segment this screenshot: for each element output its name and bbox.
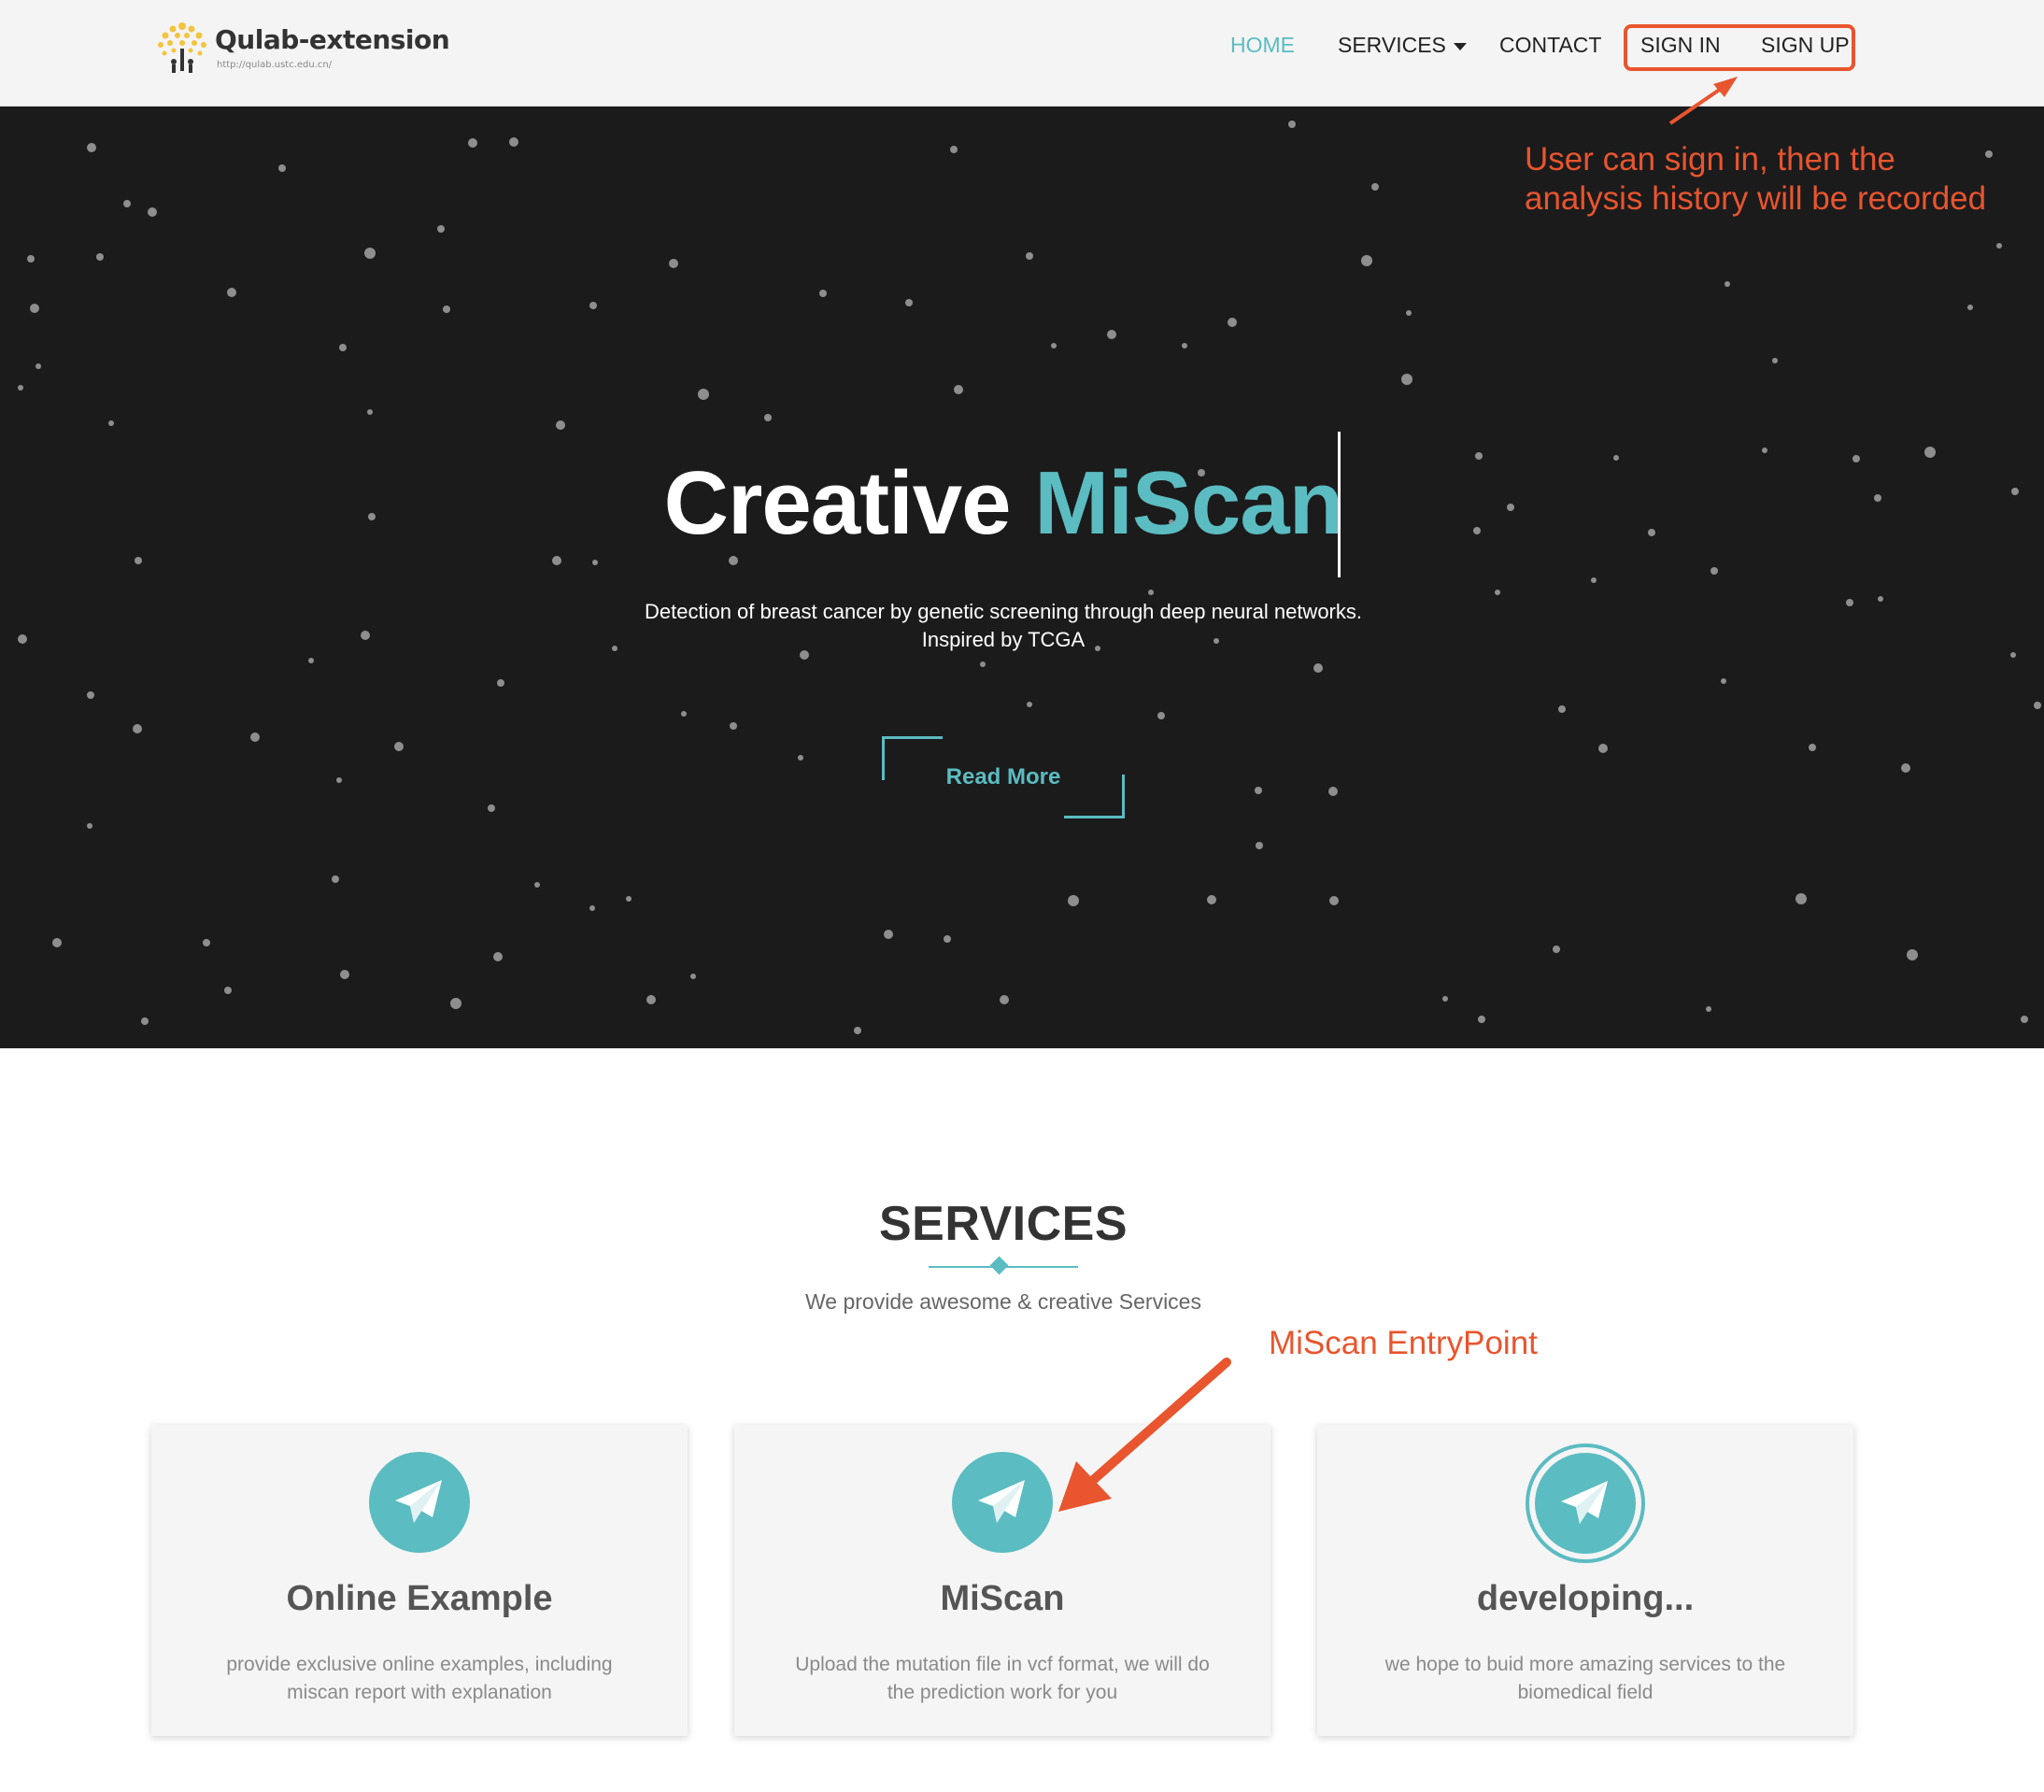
logo-text: Qulab-extension: [215, 24, 450, 55]
services-subtitle: We provide awesome & creative Services: [805, 1289, 1201, 1314]
starfield-background: [18, 121, 2041, 1034]
card-description: provide exclusive online examples, inclu…: [226, 1654, 613, 1703]
paper-plane-icon: [1526, 1444, 1645, 1563]
hero-subtitle: Detection of breast cancer by genetic sc…: [0, 598, 2007, 654]
read-more-button[interactable]: Read More: [882, 736, 1125, 818]
hero-title-main: Creative: [663, 453, 1012, 553]
card-title: developing...: [1476, 1579, 1695, 1618]
service-card-miscan[interactable]: MiScan Upload the mutation file in vcf f…: [734, 1425, 1270, 1736]
nav-home[interactable]: HOME: [1230, 32, 1295, 58]
service-card-online-example[interactable]: Online Example provide exclusive online …: [151, 1425, 688, 1736]
logo-url: http://qulab.ustc.edu.cn/: [217, 60, 333, 70]
caret-down-icon: [1453, 42, 1467, 50]
top-navbar: Qulab-extension http://qulab.ustc.edu.cn…: [0, 0, 2044, 107]
card-description: we hope to buid more amazing services to…: [1384, 1654, 1786, 1703]
nav-contact[interactable]: CONTACT: [1499, 32, 1601, 58]
card-description: Upload the mutation file in vcf format, …: [795, 1654, 1210, 1703]
paper-plane-icon: [369, 1452, 470, 1553]
paper-plane-icon: [952, 1452, 1053, 1553]
read-more-label: Read More: [945, 764, 1061, 789]
hero-subtitle-line1: Detection of breast cancer by genetic sc…: [644, 600, 1362, 623]
site-logo[interactable]: Qulab-extension http://qulab.ustc.edu.cn…: [153, 19, 450, 77]
tree-logo-icon: [158, 22, 206, 73]
annotation-highlight-box: [1624, 24, 1855, 71]
hero-title: Creative MiScan: [0, 452, 2007, 555]
nav-services-dropdown[interactable]: SERVICES: [1338, 32, 1467, 58]
service-card-developing[interactable]: developing... we hope to buid more amazi…: [1317, 1425, 1853, 1736]
card-title: MiScan: [940, 1579, 1065, 1618]
hero-title-accent: MiScan: [1034, 453, 1343, 553]
nav-services-label: SERVICES: [1338, 33, 1446, 57]
services-heading: SERVICES: [878, 1197, 1128, 1251]
annotation-sign-in-note: User can sign in, then the analysis hist…: [1525, 140, 1986, 219]
hero-section: Creative MiScan Detection of breast canc…: [0, 107, 2044, 1048]
annotation-line: User can sign in, then the: [1525, 141, 1895, 178]
annotation-line: analysis history will be recorded: [1525, 180, 1987, 217]
typing-cursor: [1338, 432, 1341, 577]
heading-divider: [929, 1256, 1078, 1275]
annotation-entry-point: MiScan EntryPoint: [1269, 1325, 1538, 1361]
card-title: Online Example: [286, 1579, 553, 1618]
hero-subtitle-line2: Inspired by TCGA: [921, 628, 1086, 651]
